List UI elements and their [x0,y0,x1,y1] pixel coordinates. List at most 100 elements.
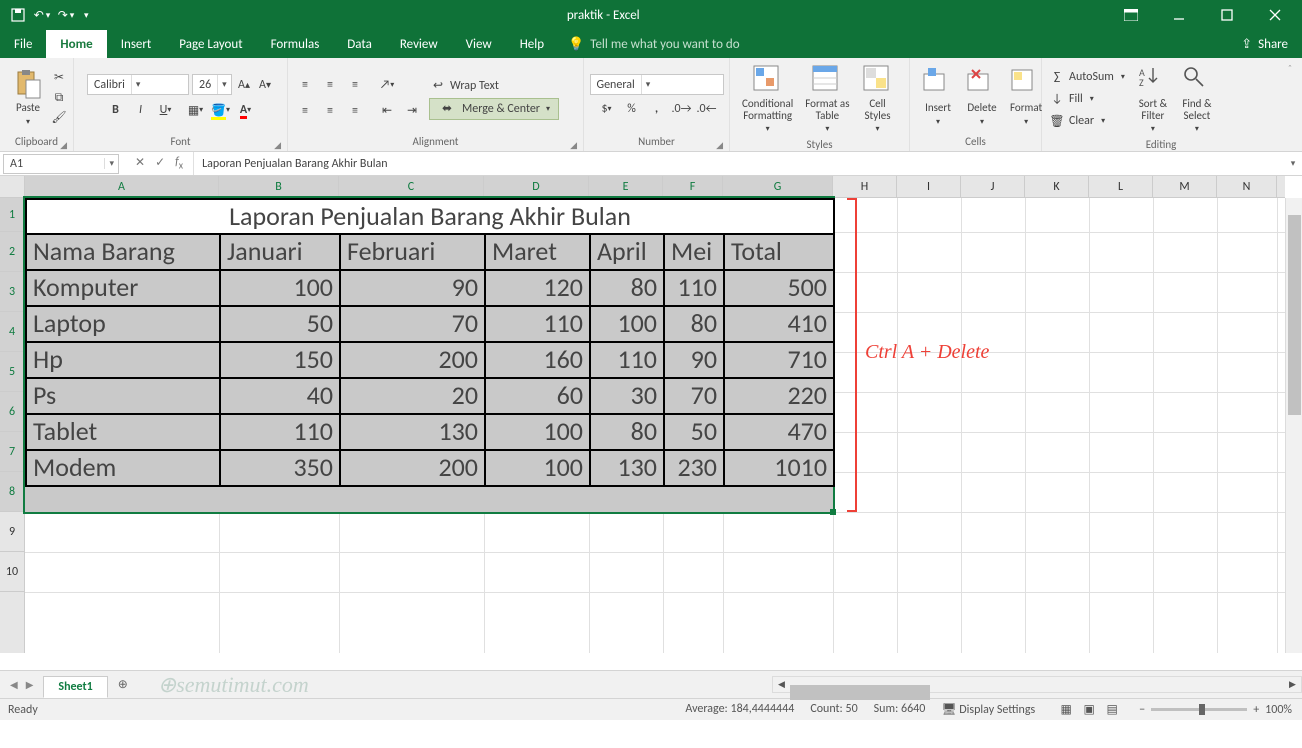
insert-cells-button[interactable]: Insert▾ [916,64,960,130]
decrease-font-icon[interactable]: A▾ [256,76,274,94]
increase-decimal-button[interactable]: .0→ [671,98,693,120]
table-cell[interactable]: 100 [220,270,340,306]
column-header[interactable]: K [1025,176,1089,197]
tab-insert[interactable]: Insert [107,30,166,58]
table-cell[interactable]: 50 [664,414,724,450]
table-cell[interactable]: 200 [340,450,485,486]
decrease-indent-icon[interactable]: ⇤ [376,100,398,122]
clear-button[interactable]: 🗑Clear▾ [1048,111,1125,131]
tell-me-search[interactable]: 💡 Tell me what you want to do [558,37,740,52]
tab-review[interactable]: Review [386,30,452,58]
row-header[interactable]: 7 [0,432,24,472]
row-header[interactable]: 4 [0,312,24,352]
table-cell[interactable]: 80 [590,414,664,450]
number-format-combo[interactable]: General▾ [590,74,724,95]
table-cell[interactable]: 110 [664,270,724,306]
fill-button[interactable]: ↓Fill▾ [1048,89,1125,109]
tab-view[interactable]: View [452,30,506,58]
table-cell[interactable]: 220 [724,378,834,414]
autosum-button[interactable]: ∑AutoSum▾ [1048,67,1125,87]
row-header[interactable]: 6 [0,392,24,432]
table-header[interactable]: April [590,234,664,270]
align-center-icon[interactable]: ≡ [319,100,341,122]
table-cell[interactable]: 110 [220,414,340,450]
close-icon[interactable] [1252,0,1298,30]
vertical-scrollbar[interactable] [1285,198,1302,653]
table-cell[interactable]: 90 [664,342,724,378]
table-cell[interactable]: 70 [664,378,724,414]
merge-center-button[interactable]: ⬌ Merge & Center ▾ [429,98,559,120]
font-name-combo[interactable]: Calibri▾ [87,74,189,95]
fx-icon[interactable]: fx [175,155,183,171]
column-header[interactable]: B [219,176,339,197]
row-header[interactable]: 5 [0,352,24,392]
page-layout-view-icon[interactable]: ▣ [1078,701,1100,719]
table-cell[interactable]: 130 [590,450,664,486]
new-sheet-icon[interactable]: ⊕ [112,674,134,696]
share-button[interactable]: ⇪ Share [1241,37,1302,52]
column-header[interactable]: J [961,176,1025,197]
format-painter-icon[interactable]: 🖌 [50,109,68,127]
sheet-tab-active[interactable]: Sheet1 [43,676,107,698]
table-cell[interactable]: 50 [220,306,340,342]
expand-formula-bar-icon[interactable]: ▾ [1284,158,1302,169]
page-break-view-icon[interactable]: ▤ [1101,701,1123,719]
tab-file[interactable]: File [0,30,46,58]
align-middle-icon[interactable]: ≡ [319,74,341,96]
dialog-launcher-icon[interactable]: ◢ [716,140,723,151]
wrap-text-button[interactable]: ↩ Wrap Text [429,76,559,96]
comma-format-button[interactable]: , [646,98,668,120]
table-header[interactable]: Mei [664,234,724,270]
tab-formulas[interactable]: Formulas [257,30,334,58]
increase-font-icon[interactable]: A▴ [235,76,253,94]
redo-icon[interactable]: ↷▾ [58,7,74,23]
normal-view-icon[interactable]: ▦ [1055,701,1077,719]
table-header[interactable]: Januari [220,234,340,270]
table-cell[interactable]: 130 [340,414,485,450]
table-cell[interactable]: 110 [485,306,590,342]
accounting-format-button[interactable]: $▾ [596,98,618,120]
decrease-decimal-button[interactable]: .0← [696,98,718,120]
display-settings-button[interactable]: 🖥 Display Settings [941,702,1035,717]
column-header[interactable]: A [25,176,219,197]
table-header[interactable]: Total [724,234,834,270]
format-as-table-button[interactable]: Format as Table▾ [799,60,855,138]
table-cell[interactable]: 150 [220,342,340,378]
row-header[interactable]: 10 [0,552,24,592]
table-cell[interactable]: 100 [485,450,590,486]
table-cell[interactable]: 30 [590,378,664,414]
row-header[interactable]: 8 [0,472,24,512]
table-cell[interactable]: 60 [485,378,590,414]
table-cell[interactable]: 70 [340,306,485,342]
table-cell[interactable]: Hp [26,342,220,378]
font-color-button[interactable]: A▾ [235,99,257,121]
fill-color-button[interactable]: 🪣▾ [210,99,232,121]
tab-page-layout[interactable]: Page Layout [165,30,256,58]
save-icon[interactable] [10,7,26,23]
bold-button[interactable]: B [105,99,127,121]
table-cell[interactable]: 1010 [724,450,834,486]
customize-qat-icon[interactable]: ▾ [82,10,89,21]
dialog-launcher-icon[interactable]: ◢ [274,140,281,151]
table-cell[interactable]: 80 [664,306,724,342]
column-header[interactable]: G [723,176,833,197]
tab-home[interactable]: Home [46,30,106,58]
grid-cells[interactable]: Laporan Penjualan Barang Akhir BulanNama… [25,198,1285,653]
align-top-icon[interactable]: ≡ [294,74,316,96]
tab-scroll-left-icon[interactable]: ◀ [10,678,18,691]
zoom-slider[interactable] [1151,708,1247,711]
table-cell[interactable]: 90 [340,270,485,306]
enter-formula-icon[interactable]: ✓ [155,155,165,171]
column-header[interactable]: L [1089,176,1153,197]
row-header[interactable]: 3 [0,272,24,312]
zoom-out-icon[interactable]: − [1139,703,1145,717]
tab-scroll-right-icon[interactable]: ▶ [26,678,34,691]
zoom-value[interactable]: 100% [1265,703,1292,717]
table-header[interactable]: Februari [340,234,485,270]
zoom-in-icon[interactable]: + [1253,703,1259,717]
table-title[interactable]: Laporan Penjualan Barang Akhir Bulan [26,199,834,234]
column-header[interactable]: M [1153,176,1217,197]
column-header[interactable]: N [1217,176,1277,197]
table-header[interactable]: Nama Barang [26,234,220,270]
tab-data[interactable]: Data [333,30,386,58]
